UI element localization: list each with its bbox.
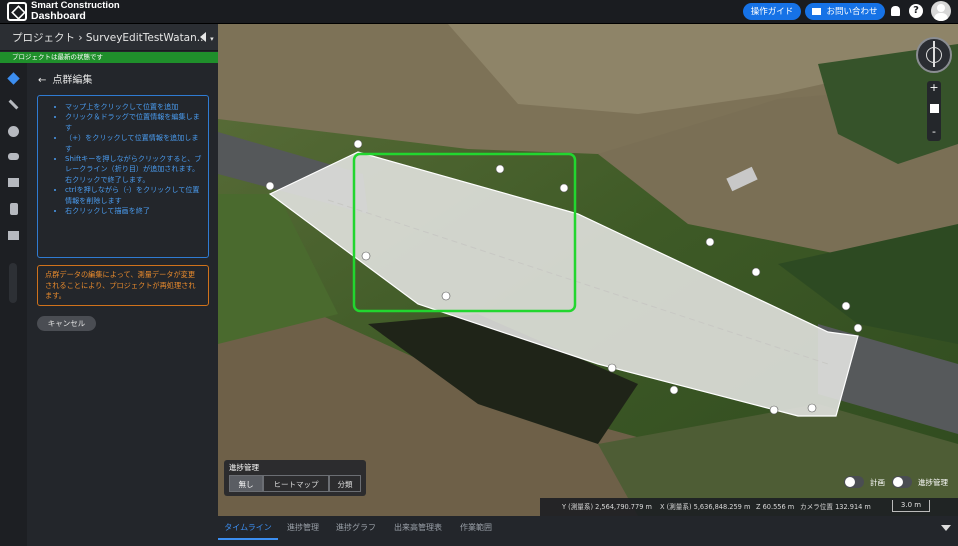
mobile-device-icon[interactable] bbox=[10, 203, 18, 215]
operation-guide-button[interactable]: 操作ガイド bbox=[743, 3, 801, 20]
instruction-item: 右クリックして描画を終了 bbox=[65, 206, 202, 216]
camera-position: カメラ位置 132.914 m bbox=[800, 503, 871, 511]
tab-timeline[interactable]: タイムライン bbox=[218, 516, 278, 540]
progress-toggle-label: 進捗管理 bbox=[918, 478, 948, 487]
progress-management-panel: 進捗管理 無し ヒートマップ 分類 bbox=[224, 460, 366, 496]
sidebar-scrollbar[interactable] bbox=[9, 263, 17, 303]
instruction-item: クリック＆ドラッグで位置情報を編集します bbox=[65, 112, 202, 133]
layers-icon[interactable] bbox=[7, 72, 20, 85]
breadcrumb-projects[interactable]: プロジェクト bbox=[12, 32, 75, 44]
folder-icon[interactable] bbox=[8, 178, 19, 187]
map-viewport[interactable] bbox=[218, 24, 958, 516]
top-bar: Smart Construction Dashboard 操作ガイド お問い合わ… bbox=[0, 0, 958, 24]
project-status-banner: プロジェクトは最新の状態です bbox=[0, 52, 218, 63]
left-sidebar: プロジェクト › SurveyEditTestWatan... ▾ プロジェクト… bbox=[0, 24, 218, 546]
brand-line2: Dashboard bbox=[31, 10, 86, 22]
progress-option-classification[interactable]: 分類 bbox=[329, 475, 361, 492]
home-icon[interactable] bbox=[930, 104, 939, 113]
panel-title: 点群編集 bbox=[52, 75, 93, 86]
chevron-down-icon[interactable] bbox=[941, 525, 951, 531]
progress-option-none[interactable]: 無し bbox=[229, 475, 263, 492]
gear-icon[interactable] bbox=[8, 126, 19, 137]
plan-toggle[interactable] bbox=[844, 476, 864, 488]
compass-icon[interactable] bbox=[916, 37, 952, 73]
project-bar: プロジェクト › SurveyEditTestWatan... ▾ bbox=[0, 24, 218, 51]
back-arrow-icon: ← bbox=[38, 75, 47, 86]
zoom-in-button[interactable]: + bbox=[927, 81, 941, 95]
compass-needle-icon bbox=[926, 41, 942, 67]
back-to-point-cloud-edit[interactable]: ← 点群編集 bbox=[38, 71, 92, 86]
site-icon[interactable] bbox=[8, 231, 19, 240]
smart-construction-logo-icon bbox=[7, 2, 27, 21]
plan-toggle-label: 計画 bbox=[870, 478, 885, 487]
instruction-item: マップ上をクリックして位置を追加 bbox=[65, 102, 202, 112]
instruction-item: Shiftキーを押しながらクリックすると、ブレークライン（折り目）が追加されます… bbox=[65, 154, 202, 185]
point-cloud-scene[interactable] bbox=[218, 24, 958, 516]
progress-toggle[interactable] bbox=[892, 476, 912, 488]
coord-y: Y (測量系) 2,564,790.779 m bbox=[562, 503, 652, 511]
breadcrumb-separator: › bbox=[78, 32, 83, 44]
project-name-dropdown[interactable]: SurveyEditTestWatan... bbox=[86, 32, 207, 44]
bell-icon[interactable] bbox=[891, 6, 900, 16]
zoom-controls: + - bbox=[927, 81, 941, 141]
vehicle-icon[interactable] bbox=[8, 153, 19, 160]
instructions-box: マップ上をクリックして位置を追加 クリック＆ドラッグで位置情報を編集します （+… bbox=[37, 95, 209, 258]
icon-rail bbox=[0, 63, 27, 546]
coord-x: X (測量系) 5,636,848.259 m bbox=[660, 503, 751, 511]
zoom-out-button[interactable]: - bbox=[927, 125, 941, 139]
mail-icon bbox=[812, 8, 822, 15]
layer-toggles: 計画 進捗管理 bbox=[840, 474, 956, 490]
scale-bar: 3.0 m bbox=[892, 500, 930, 512]
progress-option-heatmap[interactable]: ヒートマップ bbox=[263, 475, 329, 492]
tab-progress-management[interactable]: 進捗管理 bbox=[280, 516, 326, 540]
help-icon[interactable]: ? bbox=[909, 4, 923, 18]
instruction-item: ctrlを押しながら（-）をクリックして位置情報を削除します bbox=[65, 185, 202, 206]
instruction-item: （+）をクリックして位置情報を追加します bbox=[65, 133, 202, 154]
reprocess-warning: 点群データの編集によって、測量データが変更されることにより、プロジェクトが再処理… bbox=[37, 265, 209, 306]
coord-z: Z 60.556 m bbox=[756, 503, 795, 511]
contact-button[interactable]: お問い合わせ bbox=[805, 3, 885, 20]
progress-panel-title: 進捗管理 bbox=[229, 463, 259, 472]
cancel-button[interactable]: キャンセル bbox=[37, 316, 96, 331]
contact-label: お問い合わせ bbox=[826, 6, 878, 16]
avatar[interactable] bbox=[931, 1, 951, 21]
tab-progress-graph[interactable]: 進捗グラフ bbox=[330, 516, 382, 540]
caret-down-icon[interactable]: ▾ bbox=[210, 35, 214, 43]
tab-work-area[interactable]: 作業範囲 bbox=[454, 516, 498, 540]
collapse-sidebar-icon[interactable] bbox=[200, 32, 206, 42]
tools-icon[interactable] bbox=[8, 99, 19, 110]
bottom-tabs: タイムライン 進捗管理 進捗グラフ 出来高管理表 作業範囲 bbox=[218, 516, 958, 546]
breadcrumb: プロジェクト › SurveyEditTestWatan... ▾ bbox=[12, 30, 214, 45]
brand: Smart Construction Dashboard bbox=[31, 1, 120, 22]
tab-output-table[interactable]: 出来高管理表 bbox=[388, 516, 448, 540]
